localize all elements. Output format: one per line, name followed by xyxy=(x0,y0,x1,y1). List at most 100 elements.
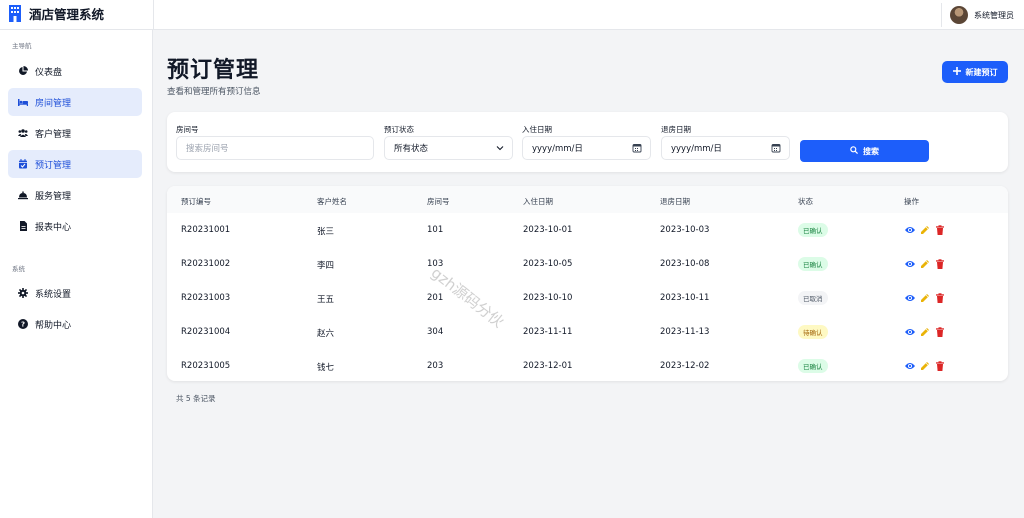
bed-icon xyxy=(18,97,28,107)
view-icon[interactable] xyxy=(904,360,915,371)
sidebar-item-label: 服务管理 xyxy=(35,191,72,202)
cell-reservation-id: R20231004 xyxy=(181,327,231,337)
cell-customer-name: 张三 xyxy=(317,227,335,237)
cell-checkout: 2023-10-03 xyxy=(660,225,710,235)
sidebar-item-reservations[interactable]: 预订管理 xyxy=(8,150,142,178)
edit-icon[interactable] xyxy=(919,224,930,235)
cell-customer-name: 李四 xyxy=(317,261,335,271)
checkin-date-input[interactable]: yyyy/mm/日 xyxy=(522,136,651,160)
status-badge: 已确认 xyxy=(798,223,828,237)
column-header-name: 客户姓名 xyxy=(317,197,347,206)
cell-customer-name: 王五 xyxy=(317,295,335,305)
checkin-date-value: yyyy/mm/日 xyxy=(532,144,583,154)
search-button[interactable]: 搜索 xyxy=(800,140,929,162)
sidebar-item-label: 系统设置 xyxy=(35,289,72,300)
column-header-checkin: 入住日期 xyxy=(523,197,553,206)
sidebar-item-settings[interactable]: 系统设置 xyxy=(8,279,142,307)
sidebar-item-label: 报表中心 xyxy=(35,222,72,233)
cell-room: 304 xyxy=(427,327,444,337)
delete-icon[interactable] xyxy=(934,292,945,303)
row-actions xyxy=(904,292,945,303)
sidebar-item-services[interactable]: 服务管理 xyxy=(8,181,142,209)
room-search-input[interactable]: 搜索房间号 xyxy=(176,136,374,160)
cell-reservation-id: R20231001 xyxy=(181,225,231,235)
hotel-icon xyxy=(8,5,22,22)
page-title: 预订管理 xyxy=(167,58,260,83)
cell-checkout: 2023-12-02 xyxy=(660,361,710,371)
cell-checkin: 2023-12-01 xyxy=(523,361,573,371)
sidebar-item-rooms[interactable]: 房间管理 xyxy=(8,88,142,116)
nav-section-system: 系统 xyxy=(12,265,25,273)
delete-icon[interactable] xyxy=(934,224,945,235)
gear-icon xyxy=(18,288,28,298)
nav-section-main: 主导航 xyxy=(12,42,32,50)
edit-icon[interactable] xyxy=(919,326,930,337)
brand[interactable]: 酒店管理系统 xyxy=(8,4,104,23)
cell-checkout: 2023-11-13 xyxy=(660,327,710,337)
table-row: R20231003 王五 201 2023-10-10 2023-10-11 已取消 xyxy=(167,281,1008,315)
column-header-id: 预订编号 xyxy=(181,197,211,206)
sidebar-item-label: 预订管理 xyxy=(35,160,72,171)
edit-icon[interactable] xyxy=(919,292,930,303)
sidebar-item-dashboard[interactable]: 仪表盘 xyxy=(8,57,142,85)
user-menu[interactable]: 系统管理员 xyxy=(941,3,1014,27)
svg-text:?: ? xyxy=(21,321,25,329)
view-icon[interactable] xyxy=(904,258,915,269)
checkout-date-input[interactable]: yyyy/mm/日 xyxy=(661,136,790,160)
table-row: R20231001 张三 101 2023-10-01 2023-10-03 已确认 xyxy=(167,213,1008,247)
cell-customer-name: 赵六 xyxy=(317,329,335,339)
status-badge: 待确认 xyxy=(798,325,828,339)
cell-room: 201 xyxy=(427,293,444,303)
cell-checkout: 2023-10-08 xyxy=(660,259,710,269)
table-row: R20231005 钱七 203 2023-12-01 2023-12-02 已确认 xyxy=(167,349,1008,381)
cell-checkin: 2023-10-10 xyxy=(523,293,573,303)
cell-checkin: 2023-11-11 xyxy=(523,327,573,337)
delete-icon[interactable] xyxy=(934,360,945,371)
status-badge: 已取消 xyxy=(798,291,828,305)
room-filter-label: 房间号 xyxy=(176,125,199,134)
cell-reservation-id: R20231005 xyxy=(181,361,231,371)
cell-checkin: 2023-10-01 xyxy=(523,225,573,235)
top-bar: 酒店管理系统 系统管理员 xyxy=(0,0,1024,30)
user-name: 系统管理员 xyxy=(974,10,1014,20)
delete-icon[interactable] xyxy=(934,326,945,337)
cell-reservation-id: R20231002 xyxy=(181,259,231,269)
row-actions xyxy=(904,258,945,269)
sidebar-item-help[interactable]: ? 帮助中心 xyxy=(8,310,142,338)
status-select-value: 所有状态 xyxy=(394,144,429,154)
cell-room: 203 xyxy=(427,361,444,371)
calendar-check-icon xyxy=(18,159,28,169)
sidebar-item-label: 客户管理 xyxy=(35,129,72,140)
status-badge: 已确认 xyxy=(798,359,828,373)
calendar-icon[interactable] xyxy=(771,143,781,153)
view-icon[interactable] xyxy=(904,292,915,303)
avatar xyxy=(950,6,968,24)
chevron-down-icon xyxy=(496,144,504,152)
sidebar-item-reports[interactable]: 报表中心 xyxy=(8,212,142,240)
view-icon[interactable] xyxy=(904,326,915,337)
view-icon[interactable] xyxy=(904,224,915,235)
new-reservation-label: 新建预订 xyxy=(965,67,998,77)
new-reservation-button[interactable]: 新建预订 xyxy=(942,61,1008,83)
sidebar-item-label: 房间管理 xyxy=(35,98,72,109)
status-select[interactable]: 所有状态 xyxy=(384,136,513,160)
delete-icon[interactable] xyxy=(934,258,945,269)
table-row: R20231004 赵六 304 2023-11-11 2023-11-13 待确认 xyxy=(167,315,1008,349)
sidebar-item-customers[interactable]: 客户管理 xyxy=(8,119,142,147)
search-icon xyxy=(850,146,858,156)
cell-checkout: 2023-10-11 xyxy=(660,293,710,303)
page-subtitle: 查看和管理所有预订信息 xyxy=(167,87,261,97)
sidebar: 主导航 仪表盘 房间管理 客户管理 预订管理 服务管理 报表中心 系统 系统设置… xyxy=(0,30,153,518)
edit-icon[interactable] xyxy=(919,360,930,371)
row-actions xyxy=(904,224,945,235)
calendar-icon[interactable] xyxy=(632,143,642,153)
sidebar-item-label: 仪表盘 xyxy=(35,67,63,78)
row-actions xyxy=(904,360,945,371)
edit-icon[interactable] xyxy=(919,258,930,269)
users-icon xyxy=(18,128,28,138)
status-filter-label: 预订状态 xyxy=(384,125,414,134)
question-icon: ? xyxy=(18,319,28,329)
header-divider xyxy=(153,0,154,30)
cell-reservation-id: R20231003 xyxy=(181,293,231,303)
checkin-filter-label: 入住日期 xyxy=(522,125,552,134)
